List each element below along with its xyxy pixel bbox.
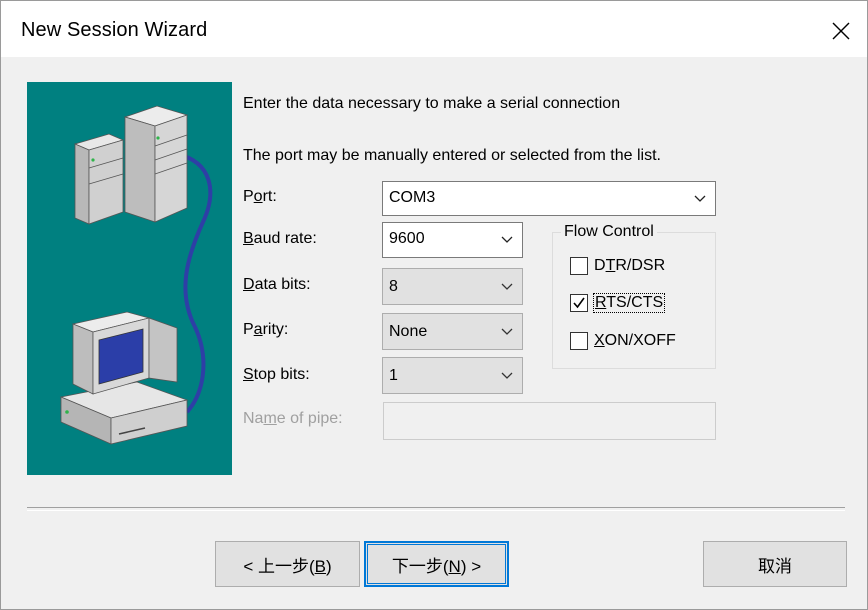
close-icon: [832, 22, 850, 40]
data-bits-value: 8: [389, 278, 398, 295]
chevron-down-icon: [501, 283, 513, 290]
close-button[interactable]: [821, 11, 861, 51]
baud-rate-value: 9600: [389, 230, 425, 247]
data-bits-dropdown[interactable]: 8: [382, 268, 523, 305]
chevron-down-icon: [501, 372, 513, 379]
chevron-down-icon: [694, 195, 706, 202]
parity-label: Parity:: [243, 321, 289, 338]
name-of-pipe-label: Name of pipe:: [243, 410, 343, 427]
parity-dropdown[interactable]: None: [382, 313, 523, 350]
checkbox-box[interactable]: [570, 332, 588, 350]
title-bar: New Session Wizard: [1, 5, 867, 57]
chevron-down-icon: [501, 236, 513, 243]
back-button[interactable]: < 上一步(B): [215, 541, 360, 587]
stop-bits-value: 1: [389, 367, 398, 384]
serial-connection-illustration: [27, 82, 232, 475]
data-bits-label: Data bits:: [243, 276, 311, 293]
stop-bits-label: Stop bits:: [243, 366, 310, 383]
flow-control-title: Flow Control: [561, 223, 657, 241]
back-button-label: < 上一步(B): [243, 556, 332, 576]
footer-separator: [27, 507, 845, 511]
next-button[interactable]: 下一步(N) >: [364, 541, 509, 587]
dialog-title: New Session Wizard: [21, 19, 208, 41]
cancel-button-label: 取消: [758, 556, 792, 576]
intro-text-secondary: The port may be manually entered or sele…: [243, 147, 661, 164]
large-server-icon: [123, 105, 189, 223]
checkbox-box[interactable]: [570, 257, 588, 275]
port-value: COM3: [389, 189, 436, 206]
name-of-pipe-input: [383, 402, 716, 440]
next-button-label: 下一步(N) >: [391, 556, 482, 576]
small-server-icon: [73, 133, 125, 225]
chevron-down-icon: [501, 328, 513, 335]
baud-rate-label: Baud rate:: [243, 230, 317, 247]
rts-cts-label: RTS/CTS: [592, 293, 666, 313]
port-label: Port:: [243, 188, 277, 205]
checkmark-icon: [573, 297, 585, 309]
dtr-dsr-checkbox[interactable]: DTR/DSR: [570, 255, 665, 277]
xon-xoff-label: XON/XOFF: [594, 332, 676, 349]
dtr-dsr-label: DTR/DSR: [594, 257, 666, 274]
stop-bits-dropdown[interactable]: 1: [382, 357, 523, 394]
xon-xoff-checkbox[interactable]: XON/XOFF: [570, 330, 676, 352]
parity-value: None: [389, 323, 428, 340]
rts-cts-checkbox[interactable]: RTS/CTS: [570, 292, 666, 314]
intro-text-primary: Enter the data necessary to make a seria…: [243, 95, 621, 112]
checkbox-box-checked[interactable]: [570, 294, 588, 312]
baud-rate-combobox[interactable]: 9600: [382, 222, 523, 258]
computer-icon: [59, 311, 189, 445]
cancel-button[interactable]: 取消: [703, 541, 847, 587]
port-combobox[interactable]: COM3: [382, 181, 716, 216]
